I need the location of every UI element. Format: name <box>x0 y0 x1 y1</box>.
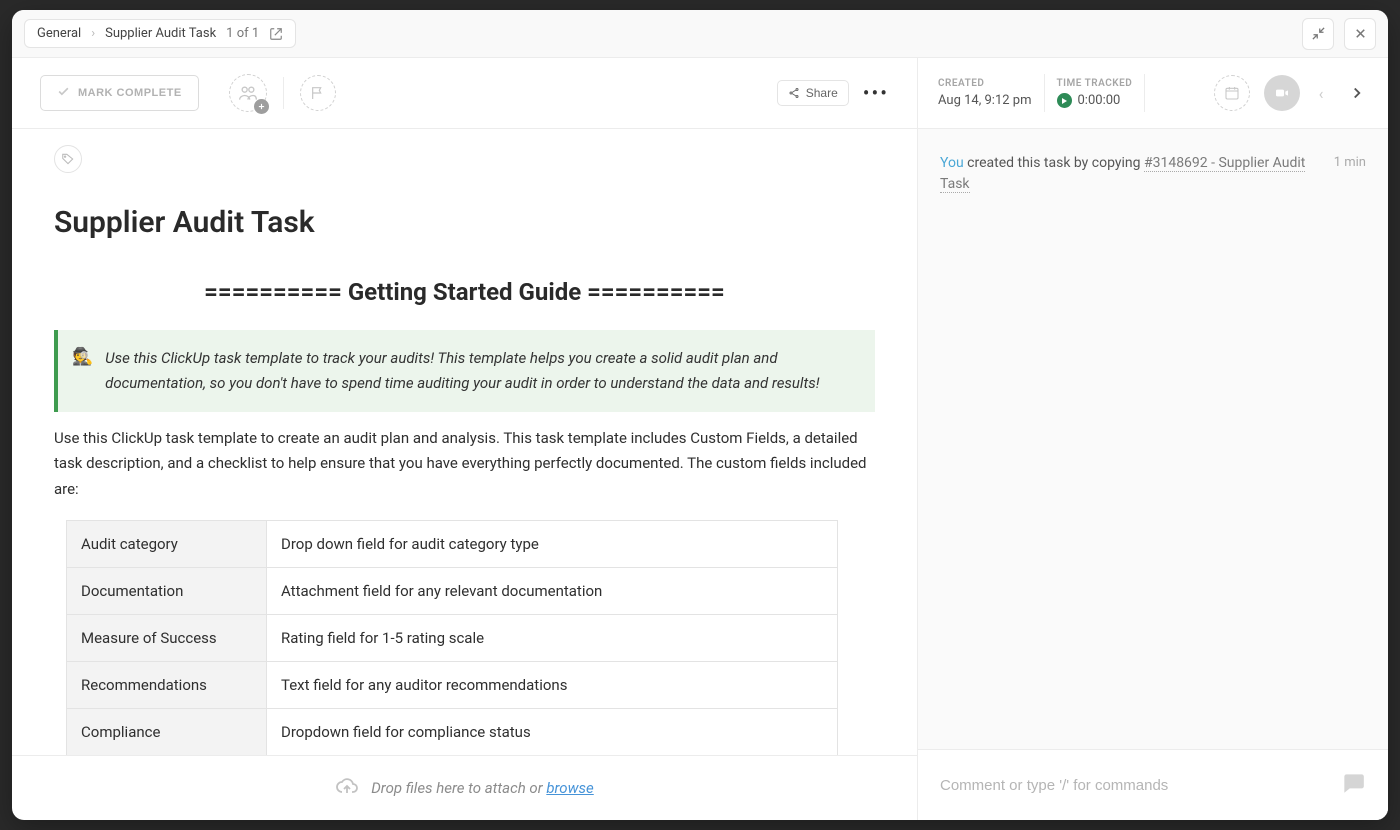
task-side-panel: CREATED Aug 14, 9:12 pm TIME TRACKED 0:0… <box>918 58 1388 820</box>
due-date-button[interactable] <box>1214 75 1250 111</box>
breadcrumb-count: 1 of 1 <box>226 26 259 41</box>
attachment-drop-zone[interactable]: Drop files here to attach or browse <box>12 755 917 820</box>
divider <box>1144 74 1145 112</box>
topbar: General › Supplier Audit Task 1 of 1 <box>12 10 1388 58</box>
field-desc: Rating field for 1-5 rating scale <box>267 615 838 662</box>
next-button[interactable] <box>1346 82 1368 104</box>
custom-fields-table: Audit categoryDrop down field for audit … <box>66 520 838 755</box>
mark-complete-button[interactable]: MARK COMPLETE <box>40 75 199 111</box>
assignee-add-button[interactable] <box>229 74 267 112</box>
field-name: Documentation <box>67 568 267 615</box>
field-name: Audit category <box>67 521 267 568</box>
open-external-icon[interactable] <box>269 27 283 41</box>
field-desc: Dropdown field for compliance status <box>267 709 838 756</box>
divider <box>283 77 284 109</box>
field-name: Compliance <box>67 709 267 756</box>
time-tracked-label: TIME TRACKED <box>1057 78 1133 89</box>
meta-row: CREATED Aug 14, 9:12 pm TIME TRACKED 0:0… <box>918 58 1388 129</box>
play-icon[interactable] <box>1057 93 1072 108</box>
more-menu-button[interactable]: ••• <box>863 81 889 105</box>
breadcrumb[interactable]: General › Supplier Audit Task 1 of 1 <box>24 19 296 48</box>
field-name: Recommendations <box>67 662 267 709</box>
time-tracked-value: 0:00:00 <box>1078 93 1121 108</box>
activity-entry: 1 min You created this task by copying #… <box>940 153 1366 195</box>
share-button[interactable]: Share <box>777 80 849 106</box>
description-paragraph: Use this ClickUp task template to create… <box>54 426 875 503</box>
activity-action: created this task by copying <box>964 155 1144 171</box>
record-clip-button[interactable] <box>1264 75 1300 111</box>
divider <box>1044 74 1045 112</box>
comment-input[interactable] <box>940 777 1328 794</box>
detective-icon: 🕵️ <box>72 346 93 396</box>
created-label: CREATED <box>938 78 1032 89</box>
time-tracked-block[interactable]: TIME TRACKED 0:00:00 <box>1057 78 1133 108</box>
check-icon <box>57 85 70 101</box>
activity-feed: 1 min You created this task by copying #… <box>918 129 1388 749</box>
breadcrumb-task[interactable]: Supplier Audit Task <box>105 26 216 41</box>
tags-button[interactable] <box>54 145 82 173</box>
cloud-upload-icon <box>335 774 359 802</box>
table-row: DocumentationAttachment field for any re… <box>67 568 838 615</box>
browse-link[interactable]: browse <box>546 779 593 797</box>
collapse-button[interactable] <box>1302 18 1334 50</box>
close-button[interactable] <box>1344 18 1376 50</box>
task-content[interactable]: Supplier Audit Task ========== Getting S… <box>12 129 917 755</box>
task-modal: General › Supplier Audit Task 1 of 1 <box>12 10 1388 820</box>
callout-block: 🕵️ Use this ClickUp task template to tra… <box>54 330 875 412</box>
task-title[interactable]: Supplier Audit Task <box>54 191 875 268</box>
chevron-right-icon: › <box>91 26 95 41</box>
comment-bubble-icon[interactable] <box>1340 770 1366 800</box>
action-row: MARK COMPLETE Share <box>12 58 917 129</box>
field-desc: Text field for any auditor recommendatio… <box>267 662 838 709</box>
activity-actor[interactable]: You <box>940 155 964 171</box>
plus-icon <box>254 99 269 114</box>
guide-header: ========== Getting Started Guide =======… <box>54 268 875 330</box>
field-desc: Attachment field for any relevant docume… <box>267 568 838 615</box>
task-main-panel: MARK COMPLETE Share <box>12 58 918 820</box>
priority-flag-button[interactable] <box>300 75 336 111</box>
table-row: RecommendationsText field for any audito… <box>67 662 838 709</box>
activity-time: 1 min <box>1334 153 1366 173</box>
drop-text: Drop files here to attach or <box>371 779 546 797</box>
field-name: Measure of Success <box>67 615 267 662</box>
created-block: CREATED Aug 14, 9:12 pm <box>938 78 1032 108</box>
callout-text: Use this ClickUp task template to track … <box>105 346 857 396</box>
mark-complete-label: MARK COMPLETE <box>78 87 182 99</box>
share-label: Share <box>806 86 838 100</box>
expand-sidebar-button[interactable]: ‹ <box>1310 82 1332 104</box>
table-row: Measure of SuccessRating field for 1-5 r… <box>67 615 838 662</box>
created-value: Aug 14, 9:12 pm <box>938 93 1032 108</box>
field-desc: Drop down field for audit category type <box>267 521 838 568</box>
table-row: ComplianceDropdown field for compliance … <box>67 709 838 756</box>
comment-box[interactable] <box>918 749 1388 820</box>
breadcrumb-parent[interactable]: General <box>37 26 81 41</box>
table-row: Audit categoryDrop down field for audit … <box>67 521 838 568</box>
